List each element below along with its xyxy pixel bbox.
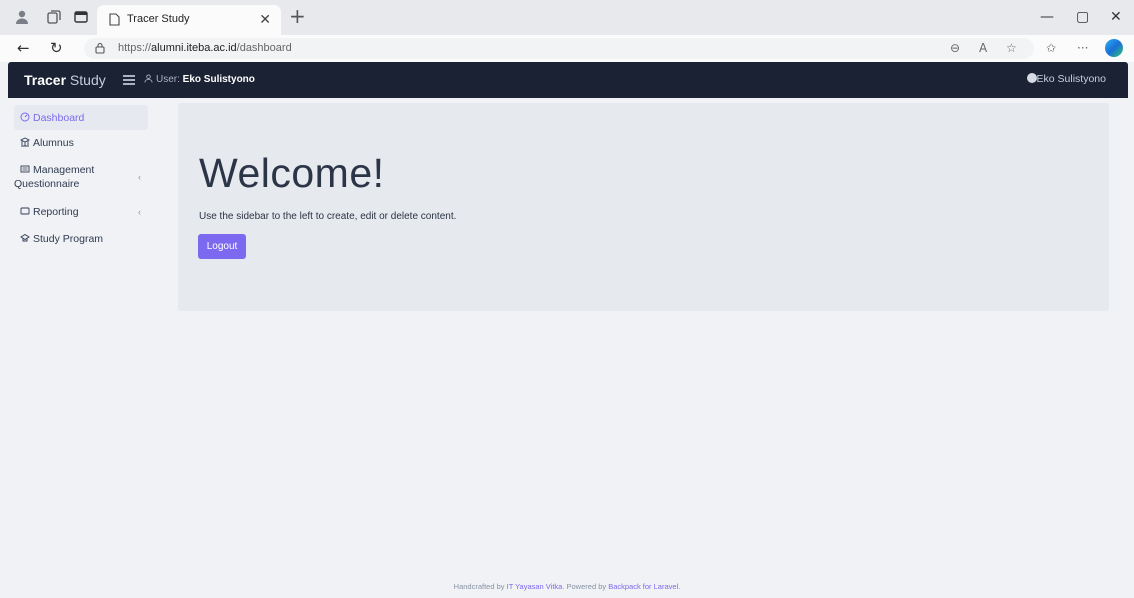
back-icon[interactable]: ← [17, 39, 30, 57]
copilot-icon[interactable] [1105, 39, 1123, 57]
tab-title: Tracer Study [127, 13, 190, 25]
app-header: Tracer Study User: Eko Sulistyono Eko Su… [8, 62, 1128, 98]
sidebar-item-management-questionnaire[interactable]: Management Questionnaire ‹ [14, 163, 148, 191]
welcome-panel [178, 103, 1109, 311]
close-icon[interactable]: ✕ [259, 11, 271, 27]
more-icon[interactable]: ··· [1077, 40, 1088, 56]
browser-tab[interactable]: Tracer Study ✕ [97, 5, 281, 35]
avatar [1026, 73, 1037, 83]
read-aloud-icon[interactable]: A [979, 40, 987, 56]
profile-icon[interactable] [14, 9, 30, 25]
sidebar-item-reporting[interactable]: Reporting ‹ [14, 205, 148, 219]
sidebar-toggle-icon[interactable] [123, 75, 135, 85]
alumnus-icon [20, 137, 30, 147]
lock-icon[interactable] [95, 42, 105, 54]
footer-link-backpack[interactable]: Backpack for Laravel [608, 582, 678, 591]
favorite-icon[interactable]: ☆ [1006, 40, 1017, 56]
browser-address-bar: ← ↻ https://alumni.iteba.ac.id/dashboard… [0, 35, 1134, 62]
maximize-icon[interactable]: ▢ [1076, 9, 1089, 25]
browser-tab-bar: Tracer Study ✕ + — ▢ ✕ [0, 0, 1134, 35]
footer-link-org[interactable]: IT Yayasan Vitka [507, 582, 563, 591]
sidebar-item-alumnus[interactable]: Alumnus [14, 136, 148, 150]
study-program-icon [20, 233, 30, 242]
footer: Handcrafted by IT Yayasan Vitka. Powered… [453, 582, 681, 591]
window-close-icon[interactable]: ✕ [1110, 9, 1122, 25]
page-icon [109, 13, 120, 26]
new-tab-icon[interactable]: + [289, 6, 306, 26]
url-text: https://alumni.iteba.ac.id/dashboard [118, 42, 292, 54]
refresh-icon[interactable]: ↻ [50, 39, 63, 57]
sidebar-item-dashboard[interactable]: Dashboard [14, 105, 148, 130]
tab-actions-icon[interactable] [73, 9, 89, 25]
page-title: Welcome! [199, 150, 385, 196]
chevron-left-icon: ‹ [138, 172, 141, 182]
account-menu[interactable]: Eko Sulistyono [1026, 73, 1106, 85]
questionnaire-icon [20, 165, 30, 173]
chevron-left-icon: ‹ [138, 207, 141, 217]
intro-text: Use the sidebar to the left to create, e… [199, 211, 457, 222]
reporting-icon [20, 207, 30, 215]
url-input[interactable]: https://alumni.iteba.ac.id/dashboard [84, 38, 1034, 59]
sidebar-item-study-program[interactable]: Study Program [14, 232, 148, 246]
dashboard-icon [20, 112, 30, 122]
logout-button[interactable]: Logout [198, 234, 246, 259]
current-user: User: Eko Sulistyono [144, 74, 255, 85]
zoom-icon[interactable]: ⊖ [950, 40, 960, 56]
brand-logo[interactable]: Tracer Study [24, 72, 106, 88]
workspaces-icon[interactable] [46, 9, 62, 25]
user-icon [144, 74, 153, 83]
favorites-icon[interactable]: ✩ [1046, 40, 1056, 56]
minimize-icon[interactable]: — [1040, 9, 1054, 25]
